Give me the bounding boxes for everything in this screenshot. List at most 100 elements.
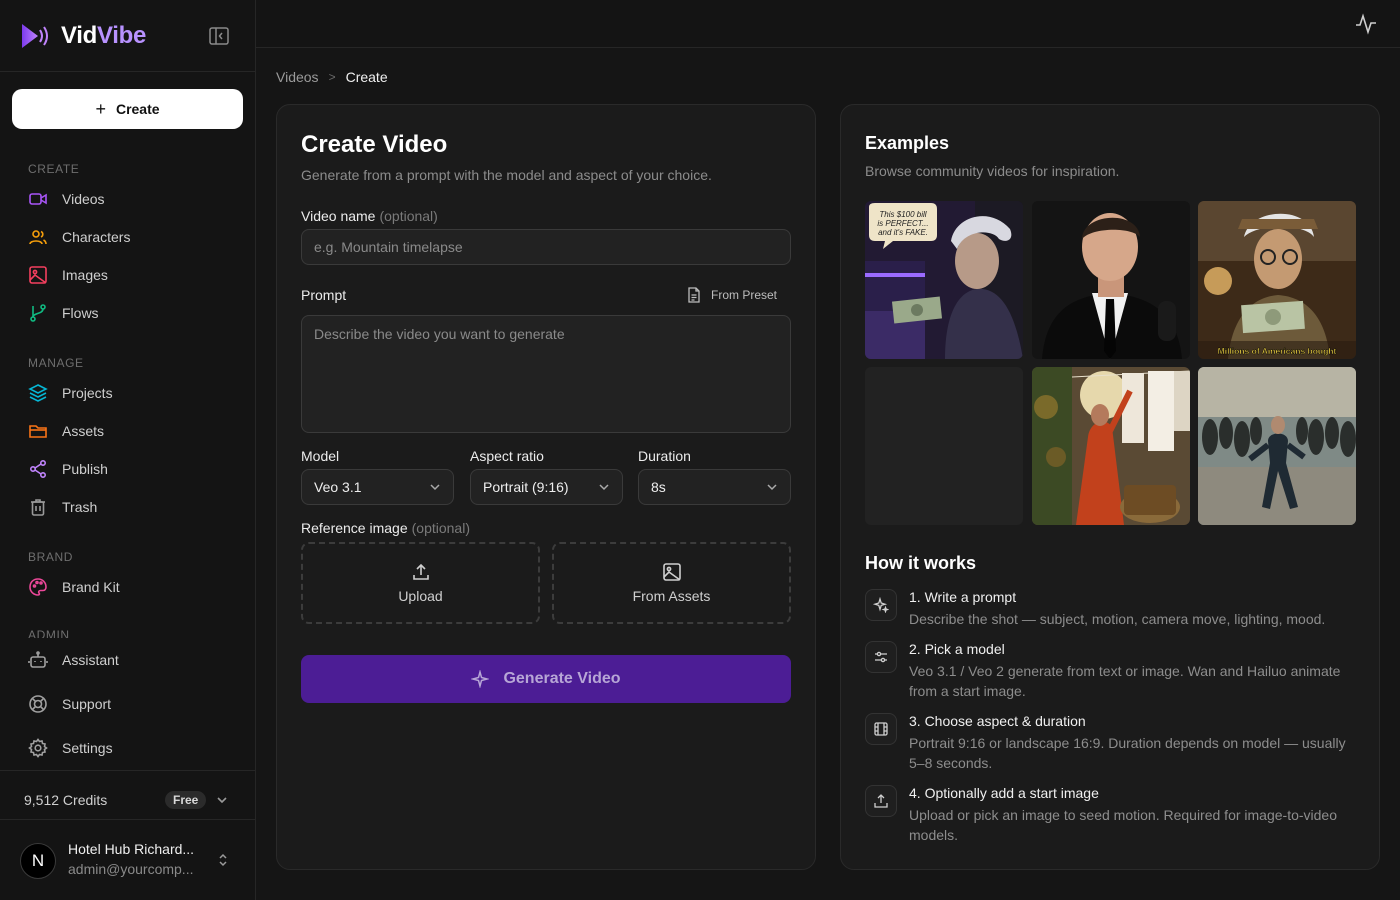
git-branch-icon bbox=[30, 304, 46, 322]
section-label-manage: MANAGE bbox=[28, 356, 84, 370]
svg-text:This $100 bill: This $100 bill bbox=[879, 210, 926, 219]
breadcrumb-videos[interactable]: Videos bbox=[276, 69, 319, 85]
sidebar-item-assets[interactable]: Assets bbox=[20, 415, 236, 447]
reference-image-label: Reference image (optional) bbox=[301, 520, 470, 536]
from-preset-label: From Preset bbox=[711, 288, 778, 302]
from-preset-button[interactable]: From Preset bbox=[687, 287, 777, 303]
sidebar-item-trash[interactable]: Trash bbox=[20, 491, 236, 523]
example-image: This $100 bill is PERFECT... and it's FA… bbox=[865, 201, 1023, 359]
example-thumbnail[interactable] bbox=[1032, 367, 1190, 525]
plan-badge: Free bbox=[165, 791, 207, 809]
step-icon-box bbox=[865, 713, 897, 745]
video-icon bbox=[29, 193, 47, 205]
sidebar-item-characters[interactable]: Characters bbox=[20, 221, 236, 253]
model-label: Model bbox=[301, 448, 340, 464]
credits-count: 9,512 Credits bbox=[24, 792, 108, 808]
sidebar-item-assistant[interactable]: Assistant bbox=[20, 644, 236, 676]
sidebar-item-projects[interactable]: Projects bbox=[20, 377, 236, 409]
upload-icon bbox=[874, 794, 888, 808]
step-title: 2. Pick a model bbox=[909, 641, 1005, 657]
sidebar-item-label: Characters bbox=[62, 229, 131, 245]
sidebar-item-publish[interactable]: Publish bbox=[20, 453, 236, 485]
page-subtitle: Generate from a prompt with the model an… bbox=[301, 167, 712, 183]
from-assets-label: From Assets bbox=[632, 588, 711, 604]
step-title: 4. Optionally add a start image bbox=[909, 785, 1099, 801]
activity-icon[interactable] bbox=[1354, 12, 1378, 36]
plus-icon: + bbox=[95, 99, 106, 119]
avatar[interactable]: N bbox=[20, 843, 56, 879]
sidebar-item-label: Settings bbox=[62, 740, 113, 756]
from-assets-dropzone[interactable]: From Assets bbox=[552, 542, 791, 624]
example-image bbox=[1198, 367, 1356, 525]
sparkles-icon bbox=[471, 670, 490, 688]
example-thumbnail-placeholder[interactable] bbox=[865, 367, 1023, 525]
chevron-down-icon bbox=[767, 484, 777, 491]
layers-icon bbox=[28, 384, 48, 402]
bot-icon bbox=[28, 651, 48, 668]
sidebar: VidVibe + Create CREATE Videos Character… bbox=[0, 0, 256, 900]
brand-header: VidVibe bbox=[0, 0, 255, 72]
brand-name-part2: Vibe bbox=[97, 22, 147, 49]
upload-icon bbox=[412, 563, 429, 580]
user-name[interactable]: Hotel Hub Richard... bbox=[68, 841, 194, 857]
sidebar-item-label: Assets bbox=[62, 423, 105, 439]
aspect-ratio-select[interactable]: Portrait (9:16) bbox=[470, 469, 623, 505]
duration-label: Duration bbox=[638, 448, 691, 464]
prompt-textarea[interactable] bbox=[301, 315, 791, 433]
sidebar-toggle-icon[interactable] bbox=[209, 27, 229, 45]
example-thumbnail[interactable]: This $100 bill is PERFECT... and it's FA… bbox=[865, 201, 1023, 359]
sidebar-item-images[interactable]: Images bbox=[20, 259, 236, 291]
example-image bbox=[1032, 367, 1190, 525]
sidebar-item-settings[interactable]: Settings bbox=[20, 732, 236, 764]
aspect-ratio-select-value: Portrait (9:16) bbox=[483, 479, 569, 495]
step-icon-box bbox=[865, 785, 897, 817]
sidebar-item-label: Brand Kit bbox=[62, 579, 120, 595]
model-select[interactable]: Veo 3.1 bbox=[301, 469, 454, 505]
example-thumbnail[interactable]: Millions of Americans bought bbox=[1198, 201, 1356, 359]
sidebar-item-label: Support bbox=[62, 696, 112, 712]
sidebar-item-flows[interactable]: Flows bbox=[20, 297, 236, 329]
sidebar-item-label: Trash bbox=[62, 499, 98, 515]
brand-name-part1: Vid bbox=[61, 22, 98, 49]
video-name-input[interactable] bbox=[301, 229, 791, 265]
duration-select[interactable]: 8s bbox=[638, 469, 791, 505]
image-icon bbox=[29, 266, 47, 284]
step-title: 1. Write a prompt bbox=[909, 589, 1017, 605]
chevron-down-icon[interactable] bbox=[215, 793, 229, 807]
prompt-label: Prompt bbox=[301, 287, 347, 303]
sidebar-item-label: Assistant bbox=[62, 652, 119, 668]
breadcrumb: Videos > Create bbox=[276, 69, 388, 85]
user-email: admin@yourcomp... bbox=[68, 861, 194, 877]
svg-text:is PERFECT...: is PERFECT... bbox=[877, 219, 928, 228]
file-text-icon bbox=[688, 287, 700, 303]
sparkles-icon bbox=[873, 597, 889, 613]
optional-text: (optional) bbox=[411, 520, 470, 536]
gear-icon bbox=[28, 738, 48, 758]
sidebar-item-videos[interactable]: Videos bbox=[20, 183, 236, 215]
create-button[interactable]: + Create bbox=[12, 89, 243, 129]
users-icon bbox=[29, 230, 47, 245]
optional-text: (optional) bbox=[379, 208, 438, 224]
example-thumbnail[interactable] bbox=[1198, 367, 1356, 525]
generate-video-button[interactable]: Generate Video bbox=[301, 655, 791, 703]
upload-dropzone[interactable]: Upload bbox=[301, 542, 540, 624]
svg-text:and it's FAKE.: and it's FAKE. bbox=[878, 228, 928, 237]
examples-title: Examples bbox=[865, 133, 950, 153]
sidebar-item-brand-kit[interactable]: Brand Kit bbox=[20, 571, 236, 603]
reference-image-label-text: Reference image bbox=[301, 520, 408, 536]
generate-video-label: Generate Video bbox=[503, 670, 621, 687]
share-icon bbox=[29, 459, 47, 479]
chevrons-up-down-icon[interactable] bbox=[216, 852, 230, 868]
example-thumbnail[interactable] bbox=[1032, 201, 1190, 359]
aspect-ratio-label: Aspect ratio bbox=[470, 448, 544, 464]
section-label-admin: ADMIN bbox=[28, 628, 70, 638]
example-caption: Millions of Americans bought bbox=[1218, 346, 1337, 356]
brand-name[interactable]: VidVibe bbox=[61, 22, 146, 50]
step-description: Veo 3.1 / Veo 2 generate from text or im… bbox=[909, 663, 1341, 699]
example-image bbox=[1032, 201, 1190, 359]
sidebar-item-support[interactable]: Support bbox=[20, 688, 236, 720]
duration-select-value: 8s bbox=[651, 479, 666, 495]
film-icon bbox=[874, 722, 888, 736]
section-label-create: CREATE bbox=[28, 162, 80, 176]
step-description: Portrait 9:16 or landscape 16:9. Duratio… bbox=[909, 735, 1346, 771]
